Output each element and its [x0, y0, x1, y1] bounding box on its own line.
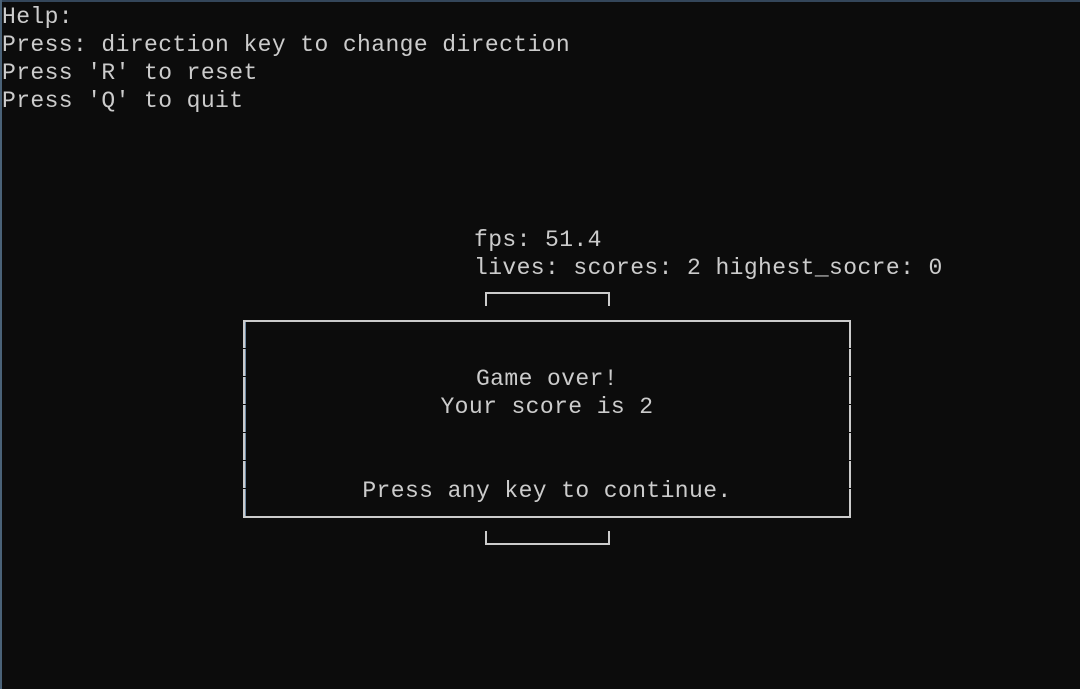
score-status: lives: scores: 2 highest_socre: 0: [474, 255, 943, 281]
game-over-dialog: Game over! Your score is 2 Press any key…: [243, 320, 851, 518]
border-tick: [243, 432, 247, 433]
help-title: Help:: [2, 4, 74, 30]
continue-prompt[interactable]: Press any key to continue.: [245, 477, 849, 505]
help-line-direction: Press: direction key to change direction: [2, 32, 571, 58]
fps-readout: fps: 51.4: [474, 227, 602, 253]
border-tick: [847, 348, 851, 349]
game-board-top-edge: [485, 292, 610, 306]
border-tick: [243, 460, 247, 461]
border-tick: [243, 348, 247, 349]
game-over-title: Game over!: [475, 366, 619, 392]
border-tick: [847, 432, 851, 433]
final-score-text: Your score is 2: [440, 394, 654, 420]
help-line-quit: Press 'Q' to quit: [2, 88, 244, 114]
game-board-bottom-edge: [485, 531, 610, 545]
border-tick: [847, 460, 851, 461]
help-line-reset: Press 'R' to reset: [2, 60, 258, 86]
window-top-border: [0, 0, 1080, 2]
